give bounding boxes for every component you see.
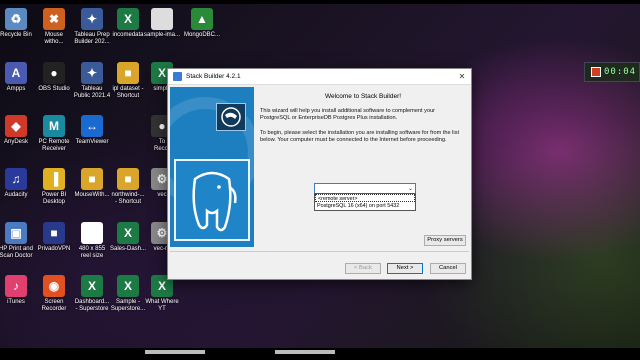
desktop-icon[interactable]: ▲ MongoDBC...: [180, 8, 224, 39]
app-shortcut-icon: ◉: [43, 275, 65, 297]
app-shortcut-icon: ✦: [81, 8, 103, 30]
taskbar-marker: [145, 350, 205, 354]
intro-text: This wizard will help you install additi…: [260, 108, 436, 121]
proxy-servers-button[interactable]: Proxy servers: [424, 235, 466, 246]
app-shortcut-icon: ✦: [81, 62, 103, 84]
app-shortcut-icon: [151, 8, 173, 30]
desktop-icon[interactable]: ↔ TeamViewer: [70, 115, 114, 146]
app-shortcut-icon: ■: [117, 62, 139, 84]
cancel-button[interactable]: Cancel: [430, 263, 466, 274]
app-shortcut-icon: X: [81, 275, 103, 297]
option-postgresql-16[interactable]: PostgreSQL 16 (x64) on port 5432: [315, 202, 415, 210]
close-icon[interactable]: ✕: [453, 70, 471, 84]
installation-dropdown: <remote server> PostgreSQL 16 (x64) on p…: [314, 193, 416, 211]
recorder-widget[interactable]: 00:04: [584, 62, 640, 82]
app-shortcut-icon: ♪: [5, 275, 27, 297]
desktop-icon-label: sample-ima...: [143, 32, 180, 38]
wizard-banner: [170, 87, 254, 247]
app-shortcut-icon: ■: [117, 168, 139, 190]
app-shortcut-icon: ■: [81, 168, 103, 190]
desktop-icon-label: MongoDBC...: [183, 32, 220, 38]
back-button[interactable]: < Back: [345, 263, 381, 274]
wizard-content: Welcome to Stack Builder! This wizard wi…: [260, 87, 466, 144]
app-icon: [173, 72, 182, 81]
app-shortcut-icon: ↔: [81, 115, 103, 137]
app-shortcut-icon: X: [117, 275, 139, 297]
taskbar-marker: [275, 350, 335, 354]
stack-builder-window: Stack Builder 4.2.1 ✕ Welcome to Stack B…: [167, 68, 472, 280]
recorder-time: 00:04: [604, 67, 637, 77]
app-shortcut-icon: ■: [43, 222, 65, 244]
app-shortcut-icon: □: [81, 222, 103, 244]
desktop-icon-label: What Where YT: [145, 299, 179, 312]
next-button[interactable]: Next >: [387, 263, 423, 274]
app-shortcut-icon: ♻: [5, 8, 27, 30]
top-black-bar: [0, 0, 640, 4]
app-shortcut-icon: ▐: [43, 168, 65, 190]
window-title: Stack Builder 4.2.1: [186, 73, 241, 80]
instruction-text: To begin, please select the installation…: [260, 130, 459, 143]
postgresql-elephant-icon: [174, 159, 250, 241]
taskbar-strip: [0, 348, 640, 360]
app-shortcut-icon: X: [117, 8, 139, 30]
app-shortcut-icon: ◆: [5, 115, 27, 137]
app-shortcut-icon: M: [43, 115, 65, 137]
title-bar[interactable]: Stack Builder 4.2.1 ✕: [168, 69, 471, 85]
app-shortcut-icon: ♫: [5, 168, 27, 190]
desktop-icon-label: TeamViewer: [75, 139, 109, 145]
record-icon[interactable]: [591, 67, 601, 77]
app-shortcut-icon: A: [5, 62, 27, 84]
wizard-heading: Welcome to Stack Builder!: [324, 93, 402, 100]
app-shortcut-icon: ▣: [5, 222, 27, 244]
app-shortcut-icon: ▲: [191, 8, 213, 30]
app-shortcut-icon: X: [117, 222, 139, 244]
footer-divider: [170, 251, 469, 252]
option-remote-server[interactable]: <remote server>: [315, 194, 415, 202]
app-shortcut-icon: ✖: [43, 8, 65, 30]
app-shortcut-icon: ●: [43, 62, 65, 84]
desktop-icon[interactable]: X What Where YT: [140, 275, 184, 313]
stackbuilder-logo-icon: [216, 103, 246, 131]
desktop-icon[interactable]: sample-ima...: [140, 8, 184, 39]
